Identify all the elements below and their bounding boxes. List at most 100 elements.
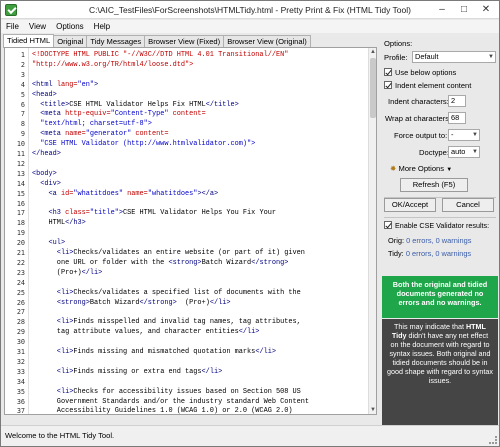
indent-chars-input[interactable]: 2 [448, 95, 466, 107]
code-token: </li> [209, 298, 231, 307]
line-number: 22 [16, 258, 25, 267]
line-number: 21 [16, 249, 25, 257]
tab-tidied-html[interactable]: Tidied HTML [3, 34, 55, 48]
code-token: > [94, 80, 99, 89]
checkbox-icon[interactable] [384, 68, 392, 76]
line-number: 11 [16, 150, 25, 158]
line-number: 19 [16, 229, 25, 238]
code-token: </li> [201, 367, 223, 376]
code-token: </li> [81, 268, 103, 277]
line-number: 10 [16, 140, 25, 149]
code-token: <meta [32, 130, 66, 139]
code-line: <li>Checks/validates a specified list of… [32, 289, 301, 297]
orig-result-value[interactable]: 0 errors, 0 warnings [406, 236, 471, 245]
code-token: </h3> [65, 219, 86, 228]
force-output-select[interactable]: - ▼ [448, 129, 480, 141]
checkbox-icon[interactable] [384, 81, 392, 89]
code-line: <meta http-equiv="Content-Type" content= [32, 110, 206, 119]
resize-grip-icon[interactable] [489, 436, 497, 444]
chevron-down-icon: ▼ [472, 132, 478, 138]
code-line: "CSE HTML Validator (http://www.htmlvali… [32, 140, 255, 148]
code-token: content= [172, 110, 206, 119]
profile-label: Profile: [384, 53, 408, 62]
code-line: one URL or folder with the <strong>Batch… [32, 258, 289, 267]
close-button[interactable]: ✕ [475, 1, 497, 18]
code-token: </li> [238, 328, 260, 337]
line-number: 24 [16, 278, 25, 287]
minimize-button[interactable]: – [431, 1, 453, 18]
code-token: lang= [56, 80, 78, 89]
ok-accept-button[interactable]: OK/Accept [384, 198, 436, 212]
code-line: </head> [32, 150, 61, 158]
line-number: 31 [16, 348, 25, 356]
code-token: name= [127, 189, 148, 198]
menu-view[interactable]: View [24, 20, 51, 33]
line-number: 12 [16, 159, 25, 168]
code-token: </head> [32, 150, 61, 158]
gear-icon: ✸ [390, 164, 397, 173]
code-token: "en" [77, 80, 95, 89]
code-token: tag attribute values, and character enti… [32, 328, 239, 337]
code-line: <head> [32, 91, 57, 99]
scroll-up-icon[interactable]: ▲ [369, 48, 376, 56]
more-options-button[interactable]: ✸ More Options ▼ [390, 164, 452, 173]
code-token: "text/html; charset=utf-8"> [32, 120, 152, 129]
scroll-thumb[interactable] [370, 58, 376, 118]
code-token: <body> [32, 169, 57, 178]
code-token: Batch Wizard [201, 258, 252, 267]
doctype-label: Doctype: [419, 148, 449, 157]
code-line: <li>Checks for accessibility issues base… [32, 388, 301, 396]
menu-file[interactable]: File [1, 20, 24, 33]
code-token: Batch Wizard [89, 298, 140, 307]
code-token: <!DOCTYPE HTML PUBLIC "-//W3C//DTD HTML … [32, 51, 289, 59]
code-line: "http://www.w3.org/TR/html4/loose.dtd"> [32, 61, 193, 69]
cancel-button[interactable]: Cancel [442, 198, 494, 212]
code-line: <strong>Batch Wizard</strong> (Pro+)</li… [32, 299, 231, 307]
code-line: <html lang="en"> [32, 81, 98, 89]
code-line: <li>Finds missing or extra end tags</li> [32, 368, 222, 376]
code-token: "generator" [85, 130, 136, 139]
line-number: 18 [16, 219, 25, 228]
enable-validator-checkbox[interactable]: Enable CSE Validator results: [384, 221, 489, 230]
chevron-down-icon: ▼ [472, 149, 478, 155]
code-line: <title>CSE HTML Validator Helps Fix HTML… [32, 101, 239, 109]
line-number: 16 [16, 199, 25, 208]
code-token: <html [32, 80, 57, 89]
code-token: "CSE HTML Validator (http://www.htmlvali… [32, 140, 256, 149]
profile-select[interactable]: Default ▼ [412, 51, 496, 63]
scroll-down-icon[interactable]: ▼ [369, 406, 376, 414]
code-line: <meta name="generator" content= [32, 130, 168, 139]
menu-help[interactable]: Help [89, 20, 115, 33]
line-number: 37 [16, 407, 25, 415]
refresh-button[interactable]: Refresh (F5) [400, 178, 468, 192]
indent-chars-label: Indent characters: [388, 97, 449, 106]
code-line: <div> [32, 180, 61, 188]
line-number-gutter: 1 2 3 4 5 6 7 8 9 10 11 12 13 14 15 16 17 18 19 20 21 22 23 24 2… [5, 48, 29, 414]
divider [384, 217, 496, 218]
code-token: <meta [32, 110, 66, 119]
code-editor[interactable]: 1 2 3 4 5 6 7 8 9 10 11 12 13 14 15 16 17 18 19 20 21 22 23 24 2… [4, 47, 377, 415]
line-number: 20 [16, 239, 25, 248]
maximize-button[interactable]: □ [453, 1, 475, 18]
use-below-options-checkbox[interactable]: Use below options [384, 68, 456, 77]
wrap-input[interactable]: 68 [448, 112, 466, 124]
editor-scrollbar[interactable]: ▲ ▼ [368, 48, 376, 414]
checkbox-icon[interactable] [384, 221, 392, 229]
tidy-result-value[interactable]: 0 errors, 0 warnings [406, 249, 471, 258]
code-token: Government Standards and/or the industry… [32, 397, 310, 406]
code-token: (Pro+) [176, 298, 210, 307]
code-token: Checks for accessibility issues based on… [73, 387, 301, 396]
menu-options[interactable]: Options [51, 20, 89, 33]
line-number: 36 [16, 397, 25, 406]
code-token: <title> [32, 100, 70, 109]
doctype-select[interactable]: auto ▼ [448, 146, 480, 158]
code-token: <li> [32, 348, 74, 356]
indent-content-checkbox[interactable]: Indent element content [384, 81, 471, 90]
code-token: CSE HTML Validator Helps Fix HTML [69, 100, 206, 109]
options-heading: Options: [384, 39, 413, 48]
code-line: HTML</h3> [32, 219, 86, 227]
line-number: 4 [20, 80, 25, 89]
code-token: <li> [32, 288, 74, 297]
code-token: CSE HTML Validator Helps You Fix Your [123, 209, 276, 218]
code-token: <li> [32, 318, 74, 327]
